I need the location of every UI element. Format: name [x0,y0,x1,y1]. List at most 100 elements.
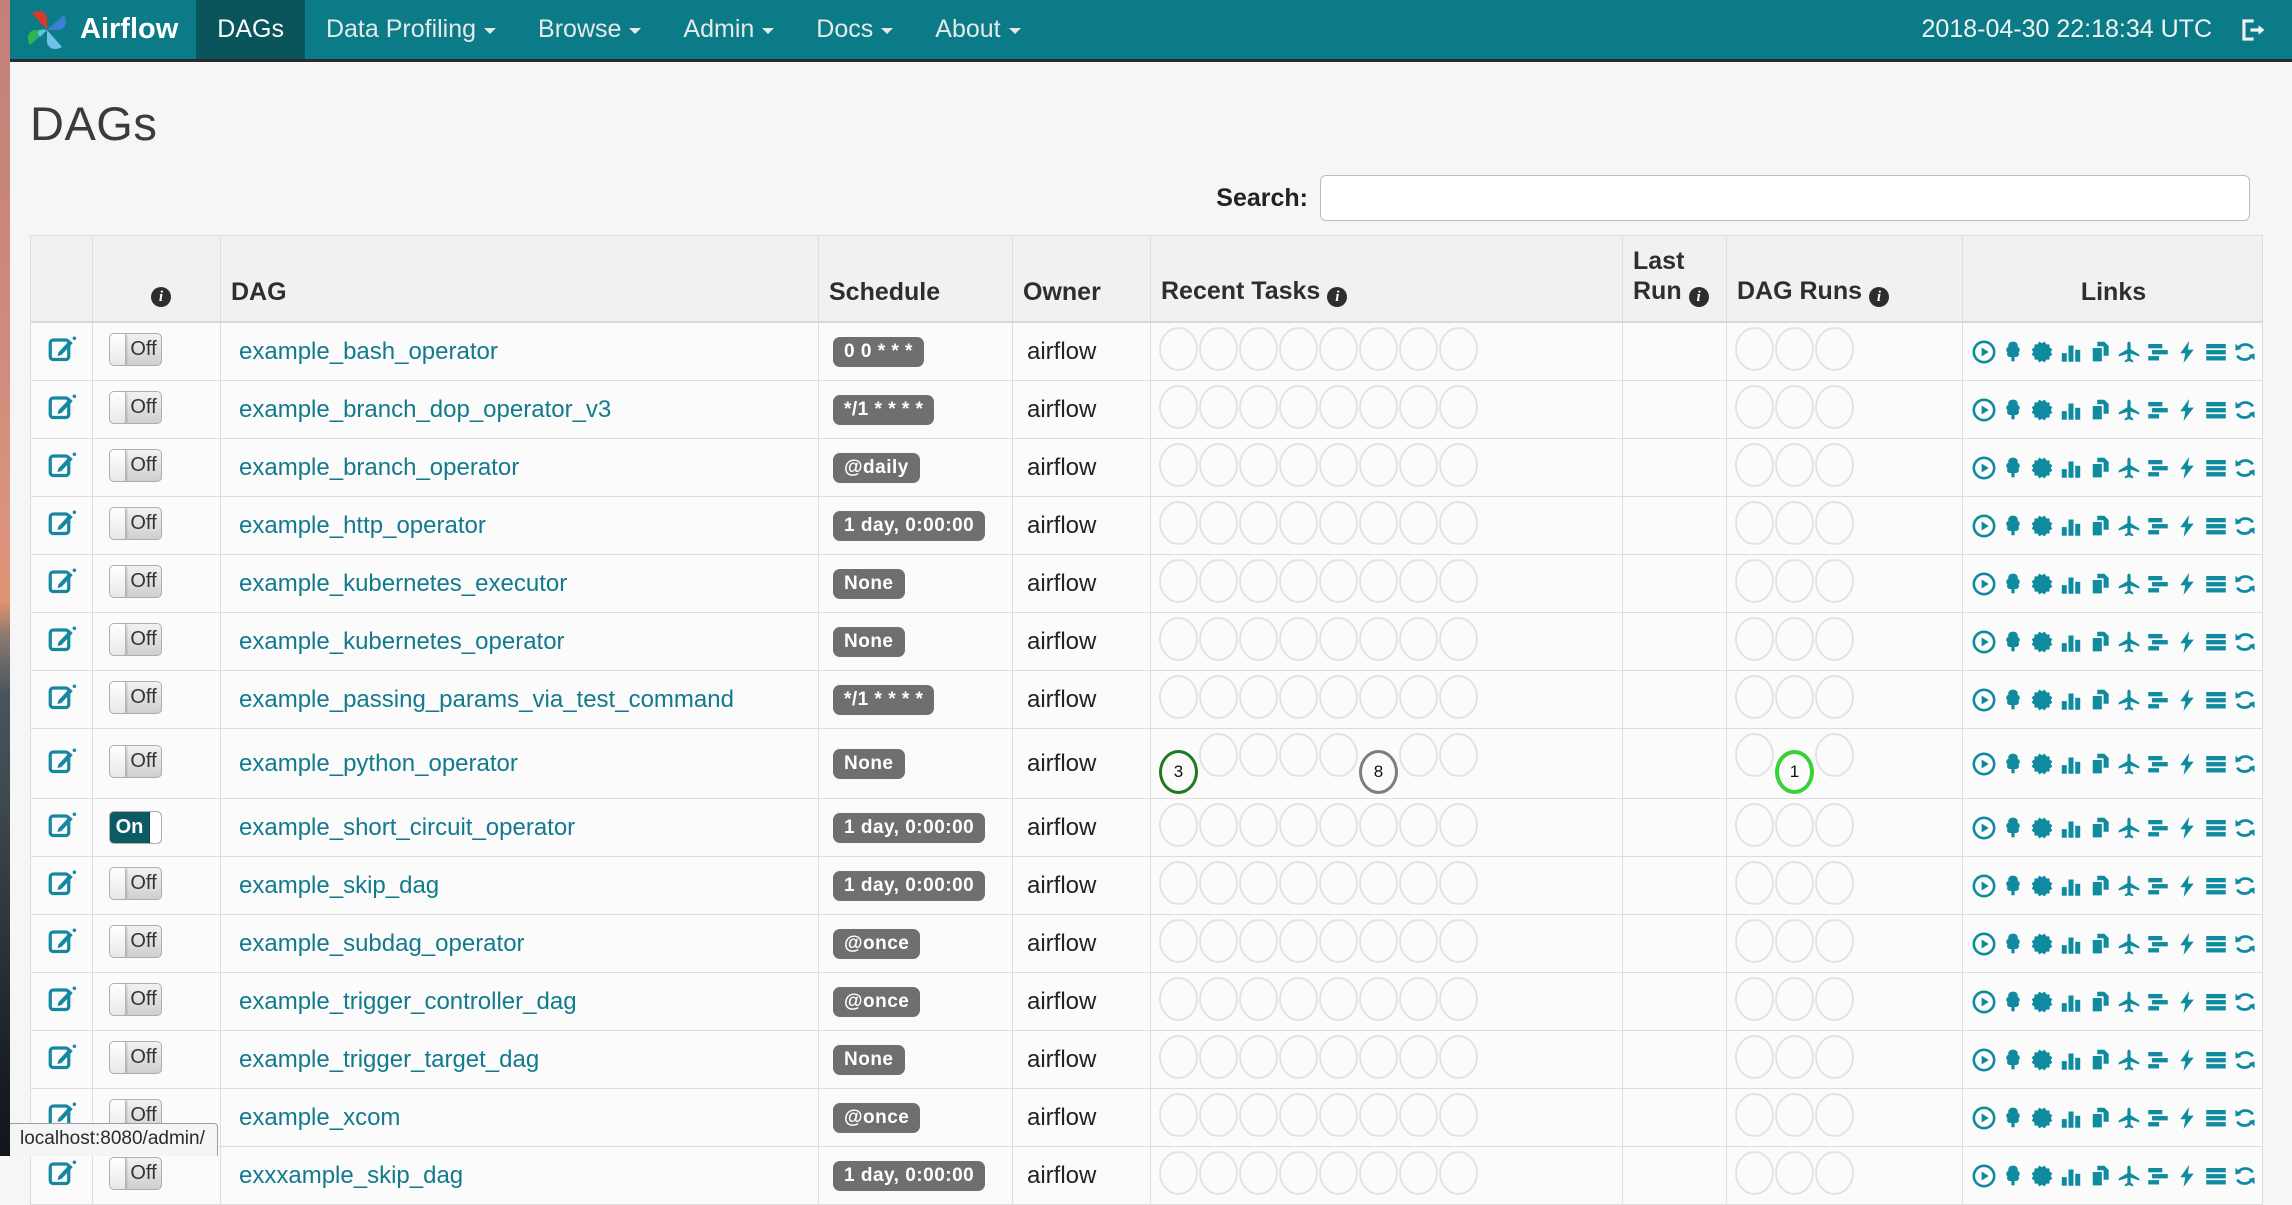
task-state-circle[interactable] [1279,1151,1318,1195]
task-state-circle[interactable] [1159,443,1198,487]
task-state-circle[interactable] [1775,385,1814,429]
pause-toggle[interactable]: Off [109,565,162,598]
task-state-circle[interactable] [1239,803,1278,847]
task-state-circle[interactable] [1279,1035,1318,1079]
schedule-badge[interactable]: 0 0 * * * [833,337,924,367]
duration-icon[interactable] [2058,397,2084,423]
task-state-circle[interactable] [1279,1093,1318,1137]
task-state-circle[interactable]: 1 [1775,750,1814,794]
task-state-circle[interactable] [1279,977,1318,1021]
edit-dag-icon[interactable] [47,1158,77,1193]
code-icon[interactable] [2174,989,2200,1015]
code-icon[interactable] [2174,629,2200,655]
tries-icon[interactable] [2087,873,2113,899]
task-state-circle[interactable] [1815,1151,1854,1195]
task-state-circle[interactable] [1359,861,1398,905]
task-state-circle[interactable] [1239,559,1278,603]
task-state-circle[interactable] [1319,385,1358,429]
duration-icon[interactable] [2058,513,2084,539]
tree-icon[interactable] [2000,931,2026,957]
task-state-circle[interactable] [1199,617,1238,661]
gantt-icon[interactable] [2145,1047,2171,1073]
tries-icon[interactable] [2087,815,2113,841]
logs-icon[interactable] [2203,629,2229,655]
task-state-circle[interactable] [1319,919,1358,963]
code-icon[interactable] [2174,815,2200,841]
duration-icon[interactable] [2058,687,2084,713]
tries-icon[interactable] [2087,513,2113,539]
logs-icon[interactable] [2203,339,2229,365]
task-state-circle[interactable] [1319,675,1358,719]
edit-dag-icon[interactable] [47,450,77,485]
logs-icon[interactable] [2203,1047,2229,1073]
task-state-circle[interactable] [1319,1035,1358,1079]
landing-icon[interactable] [2116,751,2142,777]
graph-icon[interactable] [2029,687,2055,713]
task-state-circle[interactable] [1279,733,1318,777]
refresh-icon[interactable] [2232,989,2258,1015]
task-state-circle[interactable] [1359,919,1398,963]
task-state-circle[interactable] [1399,327,1438,371]
task-state-circle[interactable] [1199,559,1238,603]
trigger-icon[interactable] [1971,1163,1997,1189]
task-state-circle[interactable] [1359,977,1398,1021]
task-state-circle[interactable] [1159,501,1198,545]
task-state-circle[interactable] [1775,559,1814,603]
tree-icon[interactable] [2000,1163,2026,1189]
task-state-circle[interactable] [1199,327,1238,371]
task-state-circle[interactable] [1815,385,1854,429]
task-state-circle[interactable] [1359,675,1398,719]
tree-icon[interactable] [2000,1047,2026,1073]
task-state-circle[interactable] [1279,501,1318,545]
task-state-circle[interactable] [1159,675,1198,719]
task-state-circle[interactable] [1319,1151,1358,1195]
edit-dag-icon[interactable] [47,1042,77,1077]
task-state-circle[interactable] [1399,1093,1438,1137]
task-state-circle[interactable] [1359,385,1398,429]
task-state-circle[interactable] [1775,1035,1814,1079]
nav-item-about[interactable]: About [914,0,1041,59]
code-icon[interactable] [2174,1163,2200,1189]
task-state-circle[interactable] [1159,1093,1198,1137]
task-state-circle[interactable] [1399,919,1438,963]
pause-toggle[interactable]: Off [109,449,162,482]
task-state-circle[interactable] [1359,559,1398,603]
landing-icon[interactable] [2116,815,2142,841]
graph-icon[interactable] [2029,571,2055,597]
tries-icon[interactable] [2087,1105,2113,1131]
dag-link[interactable]: exxxample_skip_dag [239,1162,463,1189]
task-state-circle[interactable] [1239,501,1278,545]
landing-icon[interactable] [2116,455,2142,481]
duration-icon[interactable] [2058,629,2084,655]
trigger-icon[interactable] [1971,751,1997,777]
edit-dag-icon[interactable] [47,810,77,845]
task-state-circle[interactable] [1399,733,1438,777]
task-state-circle[interactable] [1815,861,1854,905]
task-state-circle[interactable] [1239,443,1278,487]
schedule-badge[interactable]: None [833,569,905,599]
refresh-icon[interactable] [2232,815,2258,841]
tree-icon[interactable] [2000,989,2026,1015]
task-state-circle[interactable] [1279,919,1318,963]
pause-toggle[interactable]: Off [109,1157,162,1190]
trigger-icon[interactable] [1971,455,1997,481]
pause-toggle[interactable]: Off [109,1041,162,1074]
task-state-circle[interactable] [1735,385,1774,429]
task-state-circle[interactable] [1319,327,1358,371]
duration-icon[interactable] [2058,571,2084,597]
task-state-circle[interactable] [1359,327,1398,371]
task-state-circle[interactable] [1199,385,1238,429]
trigger-icon[interactable] [1971,1047,1997,1073]
dag-link[interactable]: example_short_circuit_operator [239,814,575,841]
task-state-circle[interactable] [1279,803,1318,847]
task-state-circle[interactable] [1159,919,1198,963]
task-state-circle[interactable] [1775,803,1814,847]
task-state-circle[interactable] [1279,327,1318,371]
graph-icon[interactable] [2029,455,2055,481]
task-state-circle[interactable] [1735,443,1774,487]
trigger-icon[interactable] [1971,513,1997,539]
task-state-circle[interactable] [1775,327,1814,371]
task-state-circle[interactable] [1159,559,1198,603]
nav-item-data-profiling[interactable]: Data Profiling [305,0,517,59]
task-state-circle[interactable] [1239,861,1278,905]
